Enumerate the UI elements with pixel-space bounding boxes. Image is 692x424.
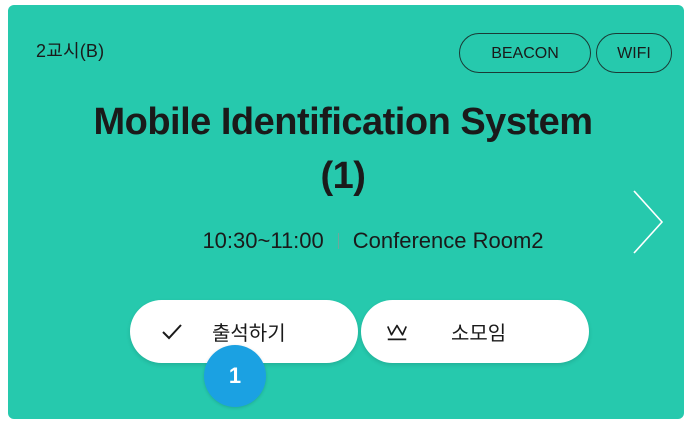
group-button-label: 소모임 bbox=[451, 323, 507, 345]
class-room: Conference Room2 bbox=[352, 228, 544, 253]
beacon-tag: BEACON bbox=[459, 33, 591, 73]
meta-divider bbox=[337, 233, 339, 249]
crown-icon bbox=[385, 320, 409, 344]
tag-group: BEACON WIFI bbox=[459, 33, 672, 73]
class-title: Mobile Identification System (1) bbox=[28, 95, 658, 203]
class-title-line2: (1) bbox=[320, 155, 366, 197]
class-card: 2교시(B) BEACON WIFI Mobile Identification… bbox=[8, 5, 684, 419]
attend-button-label: 출석하기 bbox=[212, 323, 286, 345]
period-label: 2교시(B) bbox=[36, 41, 105, 61]
class-title-line1: Mobile Identification System bbox=[93, 101, 593, 143]
chevron-right-icon[interactable] bbox=[630, 187, 666, 257]
check-icon bbox=[160, 320, 184, 344]
group-button[interactable]: 소모임 bbox=[361, 300, 589, 363]
class-meta: 10:30~11:00 Conference Room2 bbox=[8, 228, 692, 254]
wifi-tag: WIFI bbox=[596, 33, 672, 73]
step-badge: 1 bbox=[204, 345, 266, 407]
class-time: 10:30~11:00 bbox=[202, 228, 324, 253]
